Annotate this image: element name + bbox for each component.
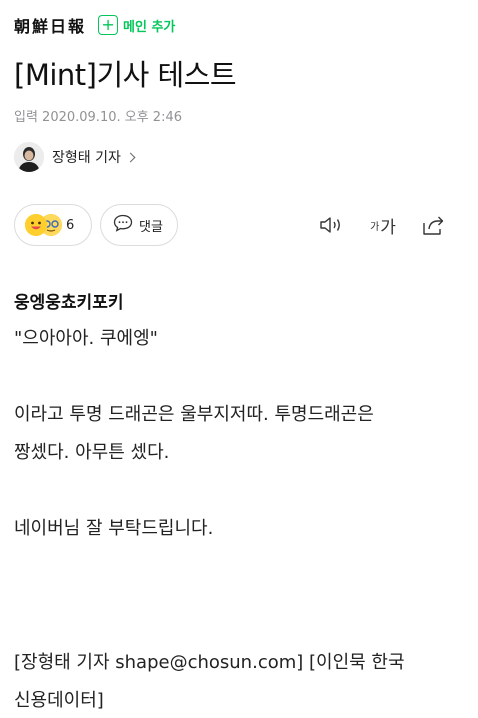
press-logo[interactable]: 朝鮮日報 — [14, 13, 86, 37]
share-icon[interactable] — [418, 212, 448, 238]
emoji-smile-icon — [25, 214, 47, 236]
body-paragraph: 네이버님 잘 부탁드립니다. — [14, 518, 214, 539]
press-header: 朝鮮日報 + 메인 추가 — [14, 12, 175, 38]
article-subhead: 웅엥웅쵸키포키 — [14, 293, 124, 313]
font-small-label: 가 — [370, 221, 380, 233]
author-name: 장형태 기자 — [52, 150, 121, 166]
reaction-button[interactable]: 6 — [14, 204, 92, 246]
add-main-button[interactable]: + 메인 추가 — [98, 15, 175, 35]
body-paragraph-line: 짱셌다. 아무튼 셌다. — [14, 442, 170, 463]
byline-line: 신용데이터] — [14, 690, 104, 711]
body-quote: "으아아아. 쿠에엥" — [14, 328, 158, 349]
speaker-icon[interactable] — [316, 212, 346, 238]
reaction-count: 6 — [66, 217, 75, 233]
body-paragraph-line: 이라고 투명 드래곤은 울부지저따. 투명드래곤은 — [14, 404, 374, 425]
author-link[interactable]: 장형태 기자 — [14, 142, 136, 172]
comment-icon — [113, 214, 133, 236]
comment-button[interactable]: 댓글 — [100, 204, 178, 246]
font-big-label: 가 — [380, 217, 396, 238]
comment-label: 댓글 — [139, 219, 163, 235]
font-size-icon[interactable]: 가 가 — [366, 212, 400, 238]
byline-line: [장형태 기자 shape@chosun.com] [이인묵 한국 — [14, 652, 405, 673]
article-title: [Mint]기사 테스트 — [14, 58, 237, 92]
chevron-right-icon — [125, 152, 136, 162]
article-date: 입력 2020.09.10. 오후 2:46 — [14, 110, 182, 125]
action-bar: 6 댓글 가 가 — [14, 204, 464, 246]
article-body: 웅엥웅쵸키포키 "으아아아. 쿠에엥" 이라고 투명 드래곤은 울부지저따. 투… — [14, 290, 464, 718]
plus-icon: + — [98, 15, 119, 35]
add-main-label: 메인 추가 — [123, 19, 176, 35]
avatar — [14, 142, 44, 172]
